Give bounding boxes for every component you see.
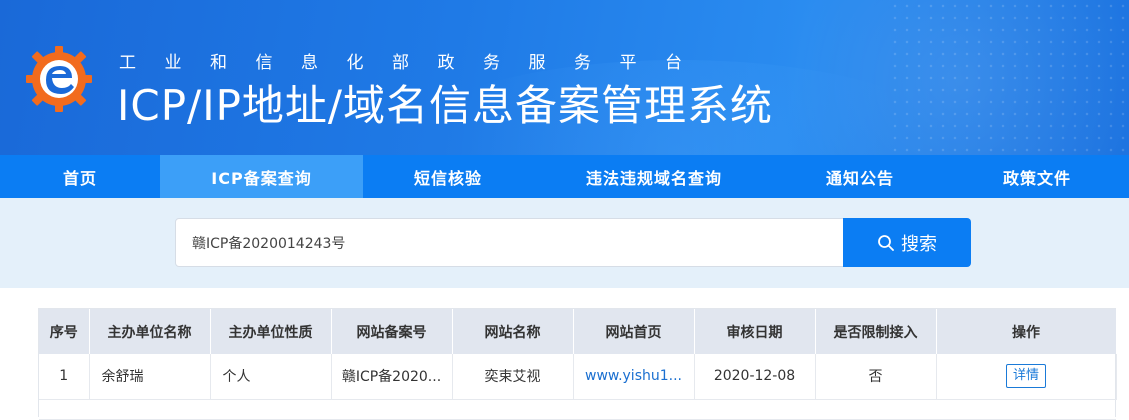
cell-audit-date: 2020-12-08 bbox=[694, 354, 816, 400]
column-header-index: 序号 bbox=[39, 309, 90, 354]
table-header-row: 序号 主办单位名称 主办单位性质 网站备案号 网站名称 网站首页 审核日期 是否… bbox=[39, 309, 1117, 354]
results-table: 序号 主办单位名称 主办单位性质 网站备案号 网站名称 网站首页 审核日期 是否… bbox=[39, 309, 1117, 420]
cell-action: 详情 bbox=[936, 354, 1117, 400]
cell-site-name: 奕束艾视 bbox=[452, 354, 574, 400]
column-header-icp-number: 网站备案号 bbox=[331, 309, 453, 354]
search-button[interactable]: 搜索 bbox=[843, 218, 971, 267]
main-nav: 首页 ICP备案查询 短信核验 违法违规域名查询 通知公告 政策文件 bbox=[0, 155, 1129, 198]
column-header-restricted: 是否限制接入 bbox=[815, 309, 937, 354]
search-input[interactable] bbox=[175, 218, 844, 267]
ministry-logo-icon bbox=[26, 46, 92, 112]
header-subtitle: 工业和信息化部政务服务平台 bbox=[119, 53, 711, 73]
cell-org-type: 个人 bbox=[210, 354, 332, 400]
nav-item-icp-query[interactable]: ICP备案查询 bbox=[160, 155, 363, 198]
column-header-org-type: 主办单位性质 bbox=[210, 309, 332, 354]
column-header-action: 操作 bbox=[936, 309, 1117, 354]
page-title: ICP/IP地址/域名信息备案管理系统 bbox=[117, 81, 774, 130]
empty-cell bbox=[39, 399, 1116, 420]
cell-restricted: 否 bbox=[815, 354, 937, 400]
column-header-site-home: 网站首页 bbox=[573, 309, 695, 354]
results-table-container: 序号 主办单位名称 主办单位性质 网站备案号 网站名称 网站首页 审核日期 是否… bbox=[38, 308, 1117, 420]
site-header: 工业和信息化部政务服务平台 ICP/IP地址/域名信息备案管理系统 bbox=[0, 0, 1129, 155]
search-icon bbox=[878, 234, 894, 251]
table-row-empty bbox=[39, 399, 1116, 420]
cell-icp-number: 赣ICP备2020... bbox=[331, 354, 453, 400]
site-home-link[interactable]: www.yishu1... bbox=[573, 354, 695, 400]
table-row: 1 余舒瑞 个人 赣ICP备2020... 奕束艾视 www.yishu1...… bbox=[39, 354, 1117, 400]
header-dot-pattern bbox=[889, 0, 1129, 155]
column-header-org-name: 主办单位名称 bbox=[89, 309, 211, 354]
nav-item-sms-verify[interactable]: 短信核验 bbox=[363, 155, 533, 198]
cell-org-name: 余舒瑞 bbox=[89, 354, 211, 400]
search-button-label: 搜索 bbox=[901, 233, 937, 255]
nav-item-home[interactable]: 首页 bbox=[0, 155, 160, 198]
cell-index: 1 bbox=[39, 354, 90, 400]
column-header-audit-date: 审核日期 bbox=[694, 309, 816, 354]
nav-item-policy-docs[interactable]: 政策文件 bbox=[945, 155, 1129, 198]
search-section: 搜索 bbox=[0, 198, 1129, 288]
nav-item-illegal-domain-query[interactable]: 违法违规域名查询 bbox=[533, 155, 775, 198]
detail-button[interactable]: 详情 bbox=[1005, 364, 1046, 389]
column-header-site-name: 网站名称 bbox=[452, 309, 574, 354]
nav-item-notices[interactable]: 通知公告 bbox=[775, 155, 945, 198]
